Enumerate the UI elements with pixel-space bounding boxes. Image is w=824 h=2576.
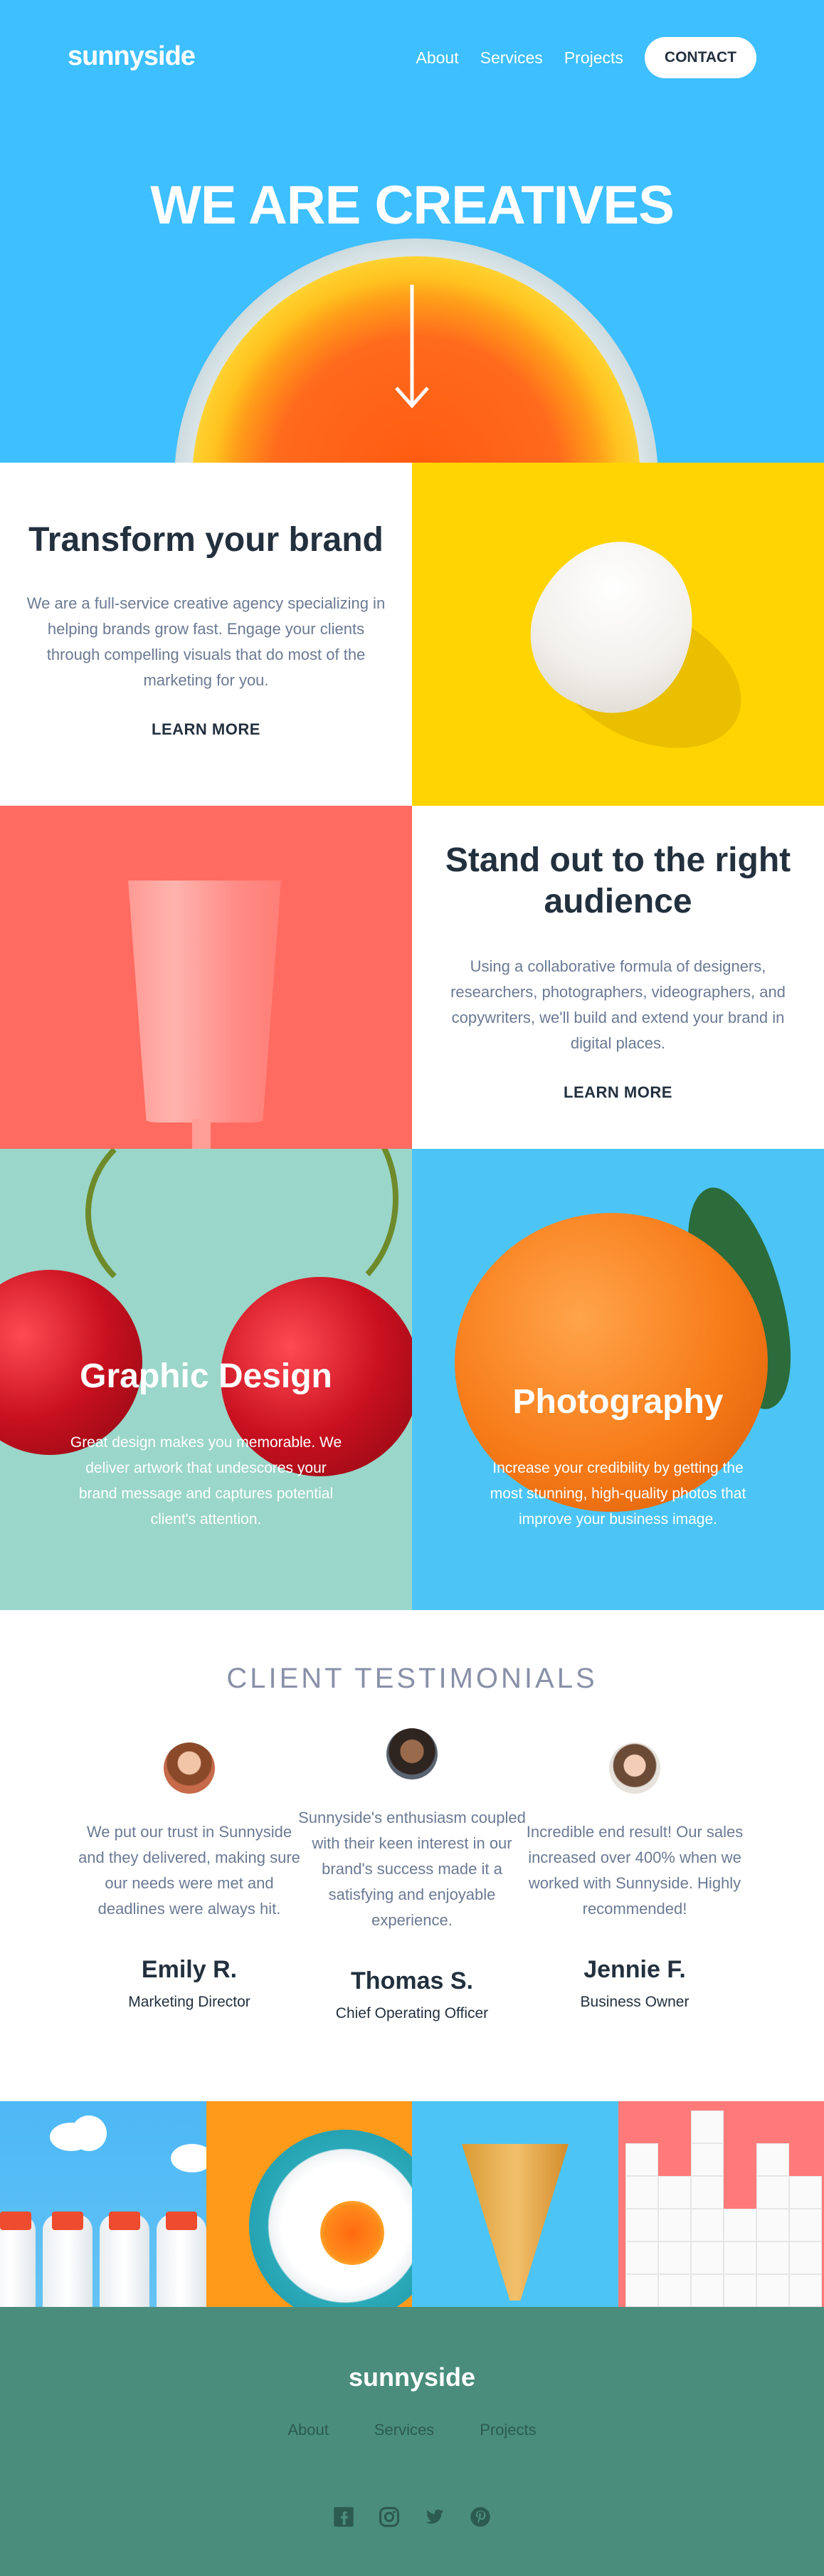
sugar-cube [657,2274,691,2307]
gallery-milk-bottles [0,2101,206,2307]
sugar-cube [788,2176,822,2209]
cloud-shape [171,2144,206,2172]
standout-learn-more-link[interactable]: LEARN MORE [556,1083,680,1105]
sugar-cube [723,2274,756,2307]
testimonial-card: Incredible end result! Our sales increas… [521,1742,749,2011]
sugar-cube [625,2241,658,2274]
testimonials-heading: CLIENT TESTIMONIALS [226,1663,598,1694]
testimonial-name: Emily R. [141,1956,238,1983]
avatar [164,1742,215,1794]
glass-cup [128,880,281,1123]
graphic-design-card: Graphic Design Great design makes you me… [0,1149,412,1610]
bottle-cap [166,2212,197,2230]
transform-body: We are a full-service creative agency sp… [26,594,386,689]
avatar [386,1728,438,1779]
gallery-orange-plate [206,2101,412,2307]
glass-image [0,806,412,1149]
sugar-cube [657,2241,691,2274]
sugar-cube [756,2241,789,2274]
gallery-sugar-cubes [618,2101,824,2307]
testimonial-quote: We put our trust in Sunnyside and they d… [78,1823,300,1918]
sugar-cube [690,2143,724,2176]
instagram-icon[interactable] [379,2506,400,2528]
sugar-cube [690,2176,724,2209]
footer-logo[interactable]: sunnyside [0,2362,824,2392]
nav-link-projects[interactable]: Projects [564,48,623,68]
testimonial-role: Business Owner [580,1994,690,2010]
glass-stem [192,1119,211,1149]
cloud-shape [71,2115,107,2151]
sugar-cube [625,2274,658,2307]
facebook-icon[interactable] [333,2506,354,2528]
footer-link-about[interactable]: About [287,2421,329,2439]
orange-slice-shape [319,2201,384,2265]
photography-card: Photography Increase your credibility by… [412,1149,824,1610]
hero-title: WE ARE CREATIVES [150,175,675,236]
photography-body: Increase your credibility by getting the… [490,1460,746,1528]
testimonial-name: Thomas S. [351,1967,473,1994]
contact-button[interactable]: CONTACT [644,37,756,78]
cone-shape [462,2144,569,2301]
sugar-cube [756,2209,789,2241]
standout-title: Stand out to the right audience [445,841,791,920]
bottle-cap [109,2212,140,2230]
testimonial-quote: Incredible end result! Our sales increas… [526,1823,744,1918]
footer: sunnyside About Services Projects [0,2307,824,2576]
gallery-ice-cream-cone [412,2101,618,2307]
sugar-cube [788,2241,822,2274]
testimonial-name: Jennie F. [583,1956,686,1983]
hero-section: sunnyside About Services Projects CONTAC… [0,0,824,463]
sugar-cube [625,2176,658,2209]
testimonial-role: Marketing Director [128,1994,250,2010]
footer-link-services[interactable]: Services [374,2421,434,2439]
pinterest-icon[interactable] [470,2506,491,2528]
testimonial-quote: Sunnyside's enthusiasm coupled with thei… [298,1809,526,1929]
site-logo[interactable]: sunnyside [68,41,196,72]
sugar-cube [723,2241,756,2274]
sugar-cube [690,2241,724,2274]
sugar-cube [625,2143,658,2176]
nav-link-about[interactable]: About [416,48,459,68]
transform-learn-more-link[interactable]: LEARN MORE [144,720,268,742]
nav-link-services[interactable]: Services [480,48,543,68]
sugar-cube [788,2274,822,2307]
twitter-icon[interactable] [424,2506,445,2528]
sugar-cube [723,2209,756,2241]
gallery [0,2101,824,2307]
standout-section: Stand out to the right audience Using a … [412,806,824,1149]
sugar-cube [625,2209,658,2241]
bottle-cap [0,2212,31,2230]
sugar-cube [756,2274,789,2307]
footer-link-projects[interactable]: Projects [480,2421,536,2439]
photography-title: Photography [512,1383,724,1421]
graphic-design-body: Great design makes you memorable. We del… [70,1434,342,1528]
sugar-cube [690,2110,724,2143]
bottle-cap [52,2212,83,2230]
testimonial-role: Chief Operating Officer [335,2005,489,2022]
sugar-cube [690,2209,724,2241]
footer-nav: About Services Projects [0,2421,824,2439]
sugar-cube [657,2209,691,2241]
sugar-cube [690,2274,724,2307]
testimonial-card: We put our trust in Sunnyside and they d… [75,1742,303,2011]
sugar-cube [788,2209,822,2241]
sugar-cube [756,2176,789,2209]
testimonial-card: Sunnyside's enthusiasm coupled with thei… [298,1728,526,2022]
sugar-cube [756,2143,789,2176]
testimonials-section: CLIENT TESTIMONIALS We put our trust in … [0,1610,824,2101]
standout-body: Using a collaborative formula of designe… [450,957,786,1052]
social-links [0,2506,824,2528]
transform-title: Transform your brand [28,521,384,559]
egg-image [412,463,824,806]
avatar [609,1742,660,1794]
transform-section: Transform your brand We are a full-servi… [0,463,412,806]
graphic-design-title: Graphic Design [80,1357,332,1395]
sugar-cube [657,2176,691,2209]
photography-text: Photography Increase your credibility by… [412,1382,824,1533]
graphic-design-text: Graphic Design Great design makes you me… [0,1357,412,1533]
arrow-down-icon[interactable] [395,285,429,413]
main-nav: About Services Projects CONTACT [416,37,756,78]
